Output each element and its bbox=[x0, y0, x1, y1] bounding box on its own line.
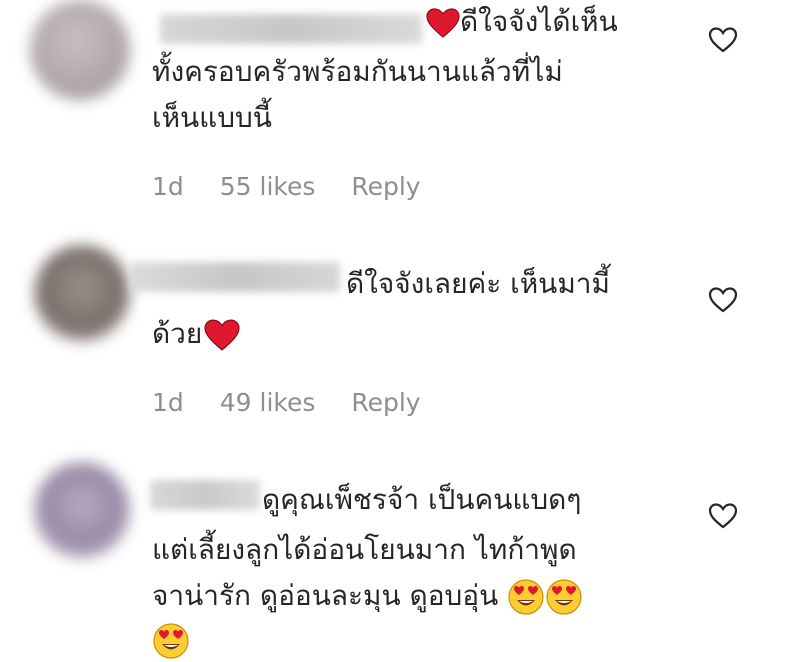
heart-eyes-emoji bbox=[545, 578, 583, 616]
username-blurred[interactable] bbox=[150, 480, 260, 510]
comment-text-line: แต่เลี้ยงลูกได้อ่อนโยนมาก ไทก้าพูด bbox=[152, 533, 577, 566]
avatar[interactable] bbox=[34, 462, 130, 558]
comment-text-line: จาน่ารัก ดูอ่อนละมุน ดูอบอุ่น bbox=[152, 574, 583, 618]
heart-eyes-emoji bbox=[152, 622, 190, 660]
comment-text-line bbox=[152, 618, 190, 662]
comment-text-line: ดูคุณเพ็ชรจ้า เป็นคนแบดๆ bbox=[262, 483, 582, 516]
heart-eyes-emoji bbox=[507, 578, 545, 616]
comment-3: ดูคุณเพ็ชรจ้า เป็นคนแบดๆ แต่เลี้ยงลูกได้… bbox=[0, 0, 800, 661]
heart-outline-icon[interactable] bbox=[708, 502, 738, 530]
